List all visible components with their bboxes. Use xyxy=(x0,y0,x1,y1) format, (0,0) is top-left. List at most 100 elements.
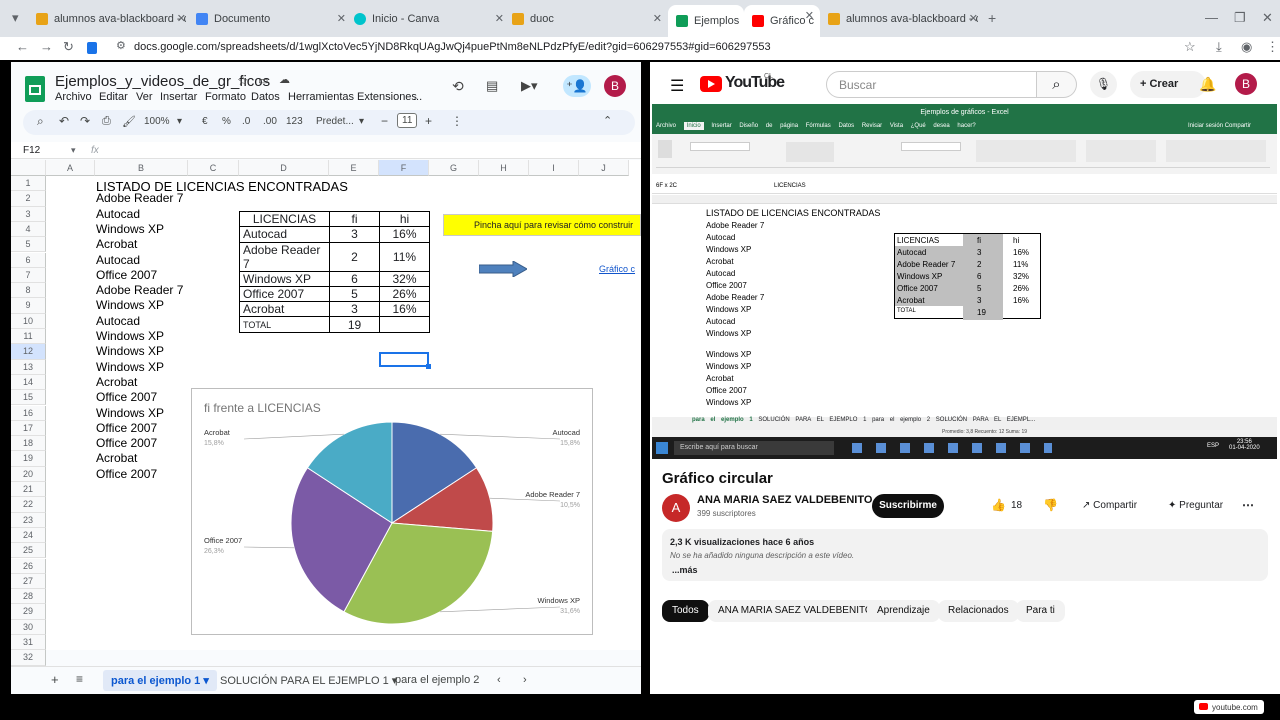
chevron-down-icon[interactable]: ▾ xyxy=(359,116,364,127)
like-count[interactable]: 18 xyxy=(1011,500,1022,511)
star-icon[interactable]: ☆ xyxy=(237,73,249,89)
scroll-left-icon[interactable]: ‹ xyxy=(497,674,501,686)
cell-value[interactable]: Acrobat xyxy=(96,237,137,251)
chip-all[interactable]: Todos xyxy=(662,600,709,622)
cell-value[interactable]: Office 2007 xyxy=(96,436,157,450)
menu-more[interactable]: ... xyxy=(413,91,422,103)
fill-handle[interactable] xyxy=(426,364,431,369)
ribbon-tab-active[interactable]: Inicio xyxy=(683,122,704,130)
row-header[interactable]: 28 xyxy=(11,589,46,605)
column-header[interactable]: E xyxy=(329,160,379,176)
chip-for-you[interactable]: Para ti xyxy=(1016,600,1065,622)
paste-icon[interactable] xyxy=(658,140,672,158)
chip-related[interactable]: Relacionados xyxy=(938,600,1019,622)
font-select[interactable]: Predet... xyxy=(316,116,354,127)
browser-tab-2[interactable]: Documento ✕ xyxy=(196,8,346,30)
dislike-icon[interactable]: 👎 xyxy=(1043,498,1058,512)
forward-icon[interactable]: → xyxy=(40,39,53,54)
table-cell[interactable]: 16% xyxy=(379,301,430,318)
menu-extensiones[interactable]: Extensiones xyxy=(357,91,417,103)
row-header[interactable]: 6 xyxy=(11,252,46,268)
table-header[interactable]: hi xyxy=(379,210,430,228)
show-more[interactable]: ...más xyxy=(672,565,698,575)
close-icon[interactable]: ✕ xyxy=(177,12,186,25)
collapse-icon[interactable]: ⌃ xyxy=(603,114,612,127)
chevron-down-icon[interactable]: ▾ xyxy=(71,145,76,156)
table-cell[interactable]: 32% xyxy=(379,270,430,287)
row-header[interactable]: 17 xyxy=(11,420,46,437)
table-cell[interactable]: Acrobat xyxy=(239,301,330,318)
chip-learning[interactable]: Aprendizaje xyxy=(867,600,940,622)
browser-tab-4[interactable]: duoc ✕ xyxy=(512,8,662,30)
close-icon[interactable]: ✕ xyxy=(969,12,978,25)
column-header[interactable]: F xyxy=(379,160,429,176)
name-box[interactable]: F12 xyxy=(23,145,40,156)
history-icon[interactable]: ⟲ xyxy=(452,78,464,95)
cell-value[interactable]: Acrobat xyxy=(96,375,137,389)
create-button[interactable]: + Crear xyxy=(1130,71,1206,98)
new-tab-icon[interactable]: + xyxy=(988,10,996,26)
chevron-down-icon[interactable]: ▾ xyxy=(177,116,182,127)
ribbon-search[interactable]: ¿Qué desea hacer? xyxy=(911,123,976,129)
more-actions-icon[interactable]: ⋯ xyxy=(1242,498,1254,512)
selected-cell[interactable] xyxy=(379,352,429,367)
bookmark-star-icon[interactable]: ☆ xyxy=(1184,39,1196,55)
video-player[interactable]: Ejemplos de gráficos - Excel Archivo Ini… xyxy=(652,104,1277,459)
percent-icon[interactable]: % xyxy=(222,116,231,127)
ask-button[interactable]: ✦ Preguntar xyxy=(1160,494,1250,518)
search-icon[interactable]: ⌕ xyxy=(37,114,44,129)
column-header[interactable]: C xyxy=(188,160,239,176)
row-header[interactable]: 8 xyxy=(11,283,46,299)
all-sheets-icon[interactable]: ≡ xyxy=(76,672,83,686)
ribbon-tab[interactable]: Insertar xyxy=(711,123,731,129)
cell-value[interactable]: Windows XP xyxy=(96,360,164,374)
search-icon[interactable]: ⌕ xyxy=(1037,71,1077,98)
row-header[interactable]: 32 xyxy=(11,650,46,666)
ribbon-tab[interactable]: Fórmulas xyxy=(806,123,831,129)
excel-sheet-tab[interactable]: SOLUCIÓN PARA EL EJEMPL... xyxy=(936,417,1035,423)
comments-icon[interactable]: ▤ xyxy=(486,78,498,94)
avatar[interactable]: B xyxy=(604,75,626,97)
row-header[interactable]: 27 xyxy=(11,573,46,590)
cell-value[interactable]: Office 2007 xyxy=(96,467,157,481)
cell-value[interactable]: Acrobat xyxy=(96,451,137,465)
font-name-box[interactable] xyxy=(690,142,750,151)
table-cell[interactable]: 6 xyxy=(329,270,380,287)
excel-share[interactable]: Compartir xyxy=(1225,123,1251,129)
close-icon[interactable]: ✕ xyxy=(653,12,662,25)
column-header[interactable]: I xyxy=(529,160,579,176)
excel-grid[interactable]: LISTADO DE LICENCIAS ENCONTRADAS Adobe R… xyxy=(652,195,1277,417)
row-header[interactable]: 1 xyxy=(11,176,46,192)
table-cell[interactable]: 5 xyxy=(329,285,380,303)
number-format-box[interactable] xyxy=(901,142,961,151)
corner-header[interactable] xyxy=(11,160,46,176)
print-icon[interactable]: ⎙ xyxy=(102,115,111,128)
ribbon-tab[interactable]: Vista xyxy=(890,123,903,129)
row-header[interactable]: 10 xyxy=(11,313,46,329)
ribbon-tab[interactable]: Datos xyxy=(838,123,854,129)
table-header[interactable]: fi xyxy=(329,210,380,228)
spreadsheet-grid[interactable]: A B C D E F G H I J 1 2 3 4 5 6 7 8 9 10 11 12 13 14 1… xyxy=(11,160,641,681)
scroll-right-icon[interactable]: › xyxy=(523,674,527,686)
table-cell[interactable]: 3 xyxy=(329,301,380,318)
table-cell[interactable]: 2 xyxy=(329,241,380,272)
decrease-decimal-icon[interactable]: .0 xyxy=(242,116,250,127)
minimize-icon[interactable]: — xyxy=(1205,10,1218,25)
close-icon[interactable]: ✕ xyxy=(805,9,814,22)
cell-value[interactable]: Adobe Reader 7 xyxy=(96,191,183,205)
cell-value[interactable]: Office 2007 xyxy=(96,390,157,404)
cell-value[interactable]: Windows XP xyxy=(96,298,164,312)
site-info-icon[interactable]: ⚙ xyxy=(116,39,126,52)
row-header[interactable]: 16 xyxy=(11,405,46,421)
excel-sheet-tab[interactable]: SOLUCIÓN PARA EL EJEMPLO 1 xyxy=(758,417,866,423)
cell-value[interactable]: Adobe Reader 7 xyxy=(96,283,183,297)
row-header[interactable]: 12 xyxy=(11,344,46,360)
row-header[interactable]: 9 xyxy=(11,298,46,314)
instruction-link-box[interactable]: Pincha aquí para revisar cómo construir xyxy=(443,214,641,236)
hamburger-icon[interactable]: ☰ xyxy=(670,76,684,96)
cell-value[interactable]: Autocad xyxy=(96,253,140,267)
row-header[interactable]: 20 xyxy=(11,466,46,482)
more-icon[interactable]: ⋮ xyxy=(1266,39,1279,55)
maximize-icon[interactable]: ❐ xyxy=(1234,10,1246,26)
row-header[interactable]: 5 xyxy=(11,237,46,253)
